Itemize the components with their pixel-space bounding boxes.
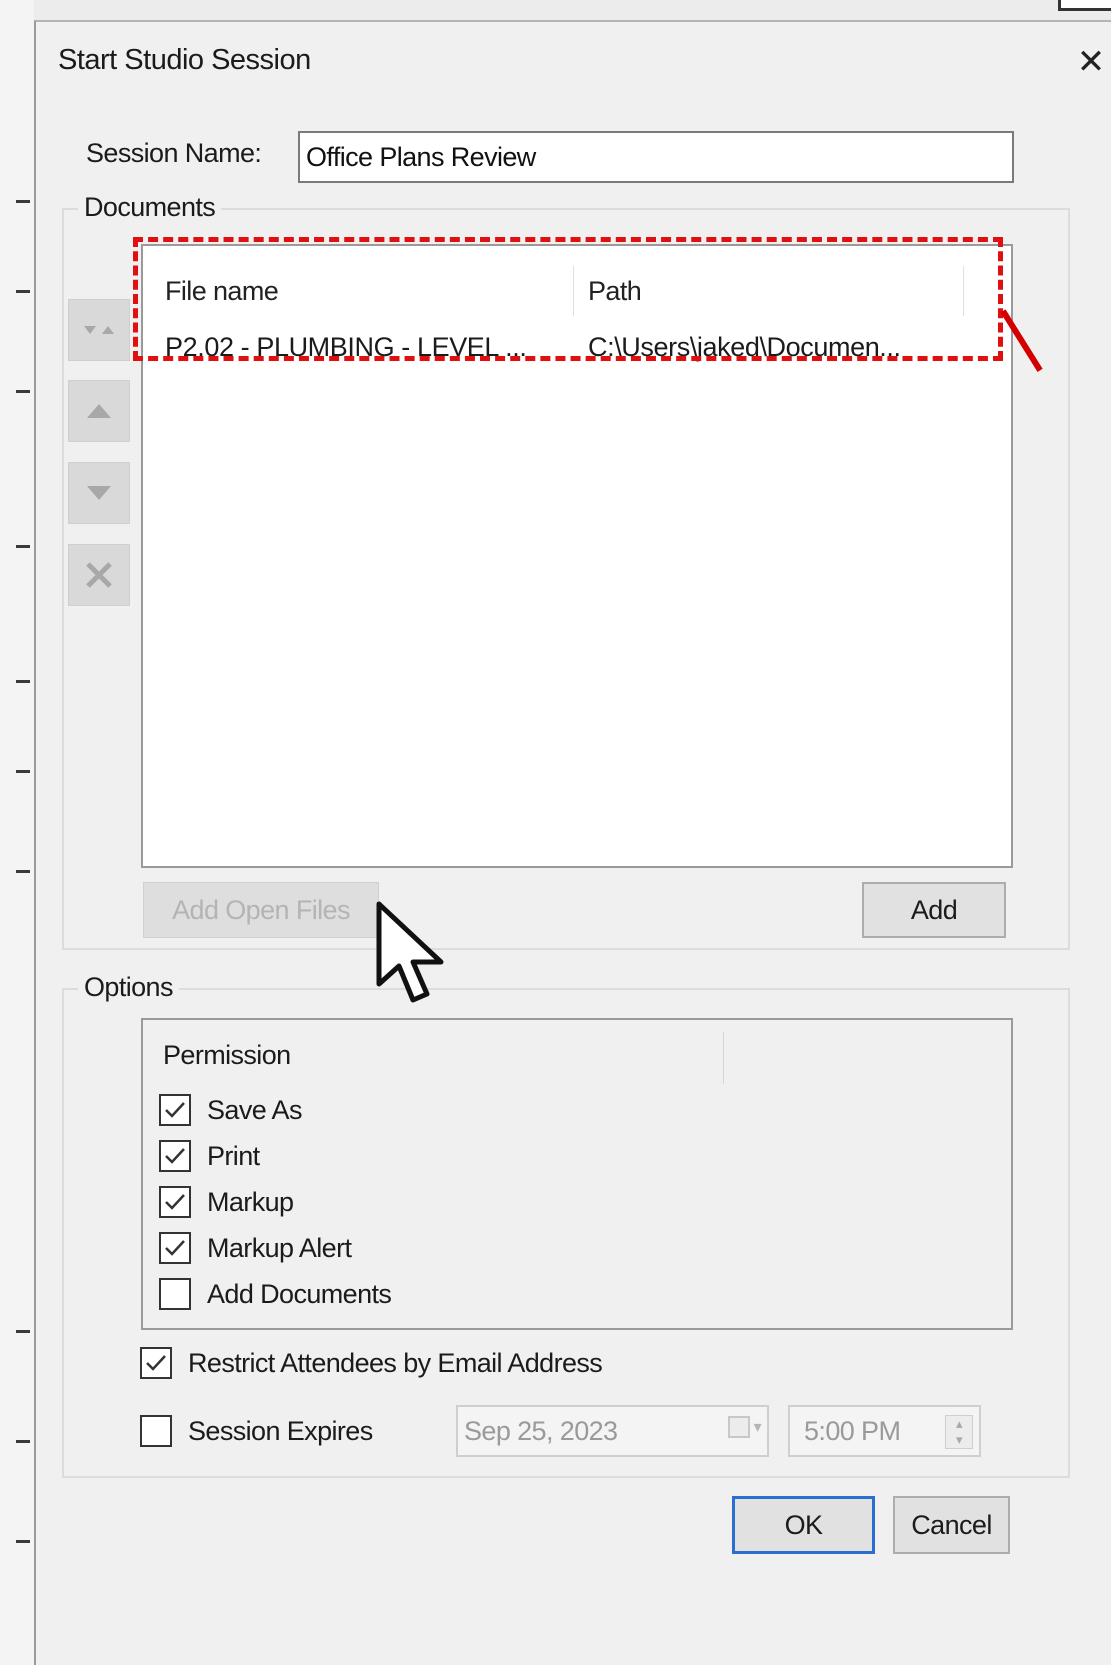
- permission-save-as[interactable]: Save As: [159, 1092, 302, 1128]
- checkbox-checked-icon[interactable]: [159, 1186, 191, 1218]
- permission-label: Add Documents: [207, 1278, 392, 1309]
- checkbox-unchecked-icon[interactable]: [159, 1278, 191, 1310]
- column-separator: [723, 1032, 724, 1084]
- ok-button[interactable]: OK: [732, 1496, 875, 1554]
- calendar-icon: [727, 1416, 750, 1438]
- permission-label: Print: [207, 1140, 260, 1171]
- documents-legend: Documents: [78, 192, 222, 223]
- session-expires-label: Session Expires: [188, 1415, 373, 1446]
- permission-label: Save As: [207, 1094, 302, 1125]
- permission-header: Permission: [163, 1040, 291, 1070]
- background-app-edge: [0, 0, 34, 1665]
- background-tick: [16, 1330, 30, 1333]
- checkbox-checked-icon[interactable]: [140, 1347, 172, 1379]
- session-expires-option[interactable]: Session Expires: [140, 1413, 373, 1449]
- checkbox-checked-icon[interactable]: [159, 1094, 191, 1126]
- calendar-dropdown-icon[interactable]: ▾: [727, 1416, 762, 1438]
- sort-icon[interactable]: [68, 299, 130, 361]
- session-name-label: Session Name:: [86, 138, 262, 168]
- permission-add-documents[interactable]: Add Documents: [159, 1276, 392, 1312]
- mouse-cursor-icon: [376, 901, 444, 1003]
- annotation-highlight-box: [133, 237, 1003, 361]
- remove-icon[interactable]: [68, 544, 130, 606]
- permission-markup-alert[interactable]: Markup Alert: [159, 1230, 352, 1266]
- background-tick: [16, 770, 30, 773]
- expires-time-picker[interactable]: 5:00 PM ▴ ▾: [788, 1405, 981, 1457]
- background-tick: [16, 200, 30, 203]
- permission-list: Permission Save As Print Markup Markup A…: [141, 1018, 1013, 1330]
- permission-label: Markup: [207, 1186, 294, 1217]
- restrict-attendees-option[interactable]: Restrict Attendees by Email Address: [140, 1345, 603, 1381]
- options-legend: Options: [78, 972, 179, 1003]
- time-spinner-icon[interactable]: ▴ ▾: [945, 1415, 973, 1449]
- expires-date-picker[interactable]: Sep 25, 2023 ▾: [456, 1405, 769, 1457]
- background-tick: [16, 680, 30, 683]
- move-down-icon[interactable]: [68, 462, 130, 524]
- expires-date-value: Sep 25, 2023: [464, 1415, 618, 1446]
- background-tick: [16, 870, 30, 873]
- move-up-icon[interactable]: [68, 380, 130, 442]
- permission-markup[interactable]: Markup: [159, 1184, 294, 1220]
- restrict-attendees-label: Restrict Attendees by Email Address: [188, 1347, 603, 1378]
- cancel-button[interactable]: Cancel: [893, 1496, 1010, 1554]
- add-open-files-button[interactable]: Add Open Files: [143, 882, 379, 938]
- background-tick: [16, 290, 30, 293]
- close-icon[interactable]: ✕: [1071, 44, 1111, 84]
- background-window-corner: [1058, 0, 1111, 11]
- checkbox-unchecked-icon[interactable]: [140, 1415, 172, 1447]
- expires-time-value: 5:00 PM: [804, 1415, 901, 1446]
- session-name-input[interactable]: [298, 131, 1014, 183]
- dialog-title: Start Studio Session: [58, 44, 311, 76]
- add-button[interactable]: Add: [862, 882, 1006, 938]
- background-tick: [16, 545, 30, 548]
- background-tick: [16, 1540, 30, 1543]
- background-tick: [16, 390, 30, 393]
- background-tick: [16, 1440, 30, 1443]
- permission-label: Markup Alert: [207, 1232, 352, 1263]
- checkbox-checked-icon[interactable]: [159, 1140, 191, 1172]
- checkbox-checked-icon[interactable]: [159, 1232, 191, 1264]
- permission-print[interactable]: Print: [159, 1138, 260, 1174]
